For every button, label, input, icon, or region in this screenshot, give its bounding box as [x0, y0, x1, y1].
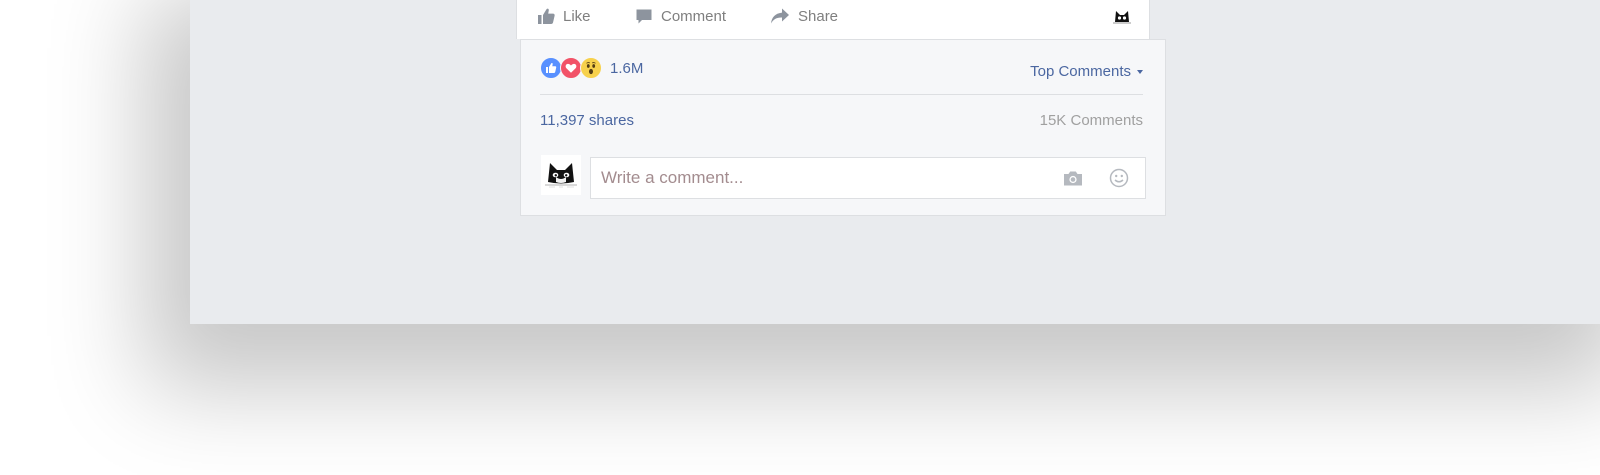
- like-reaction-icon: [540, 57, 562, 79]
- like-button[interactable]: Like: [537, 5, 591, 27]
- comments-count-link[interactable]: 15K Comments: [1040, 112, 1143, 129]
- thumbs-up-icon: [538, 8, 555, 24]
- top-comments-dropdown[interactable]: Top Comments: [1030, 63, 1143, 80]
- share-button[interactable]: Share: [770, 5, 838, 27]
- feed-background: Like Comment Share 1.6M Top Comments 11,…: [190, 0, 1600, 324]
- love-reaction-icon: [560, 57, 582, 79]
- caret-down-icon: [1137, 69, 1143, 74]
- camera-icon[interactable]: [1063, 169, 1083, 187]
- reactions-summary[interactable]: 1.6M: [540, 57, 643, 79]
- comments-panel: 1.6M Top Comments 11,397 shares 15K Comm…: [520, 39, 1166, 216]
- like-label: Like: [563, 7, 591, 25]
- reaction-count: 1.6M: [610, 59, 644, 77]
- post-action-bar: Like Comment Share: [516, 0, 1150, 39]
- user-avatar[interactable]: [541, 155, 581, 195]
- viewer-avatar-icon[interactable]: [1113, 7, 1131, 25]
- share-label: Share: [798, 7, 839, 25]
- comment-input[interactable]: [601, 158, 1041, 198]
- wow-reaction-icon: [580, 57, 602, 79]
- comment-composer: [590, 157, 1146, 199]
- comment-button[interactable]: Comment: [635, 5, 726, 27]
- share-arrow-icon: [771, 8, 789, 24]
- screen: Like Comment Share 1.6M Top Comments 11,…: [0, 0, 1600, 475]
- cat-avatar-icon: [541, 155, 581, 195]
- comment-label: Comment: [661, 7, 727, 25]
- divider: [540, 94, 1143, 95]
- speech-bubble-icon: [636, 9, 652, 24]
- shares-link[interactable]: 11,397 shares: [540, 112, 634, 129]
- smiley-icon[interactable]: [1109, 168, 1129, 188]
- top-comments-label: Top Comments: [1030, 63, 1131, 80]
